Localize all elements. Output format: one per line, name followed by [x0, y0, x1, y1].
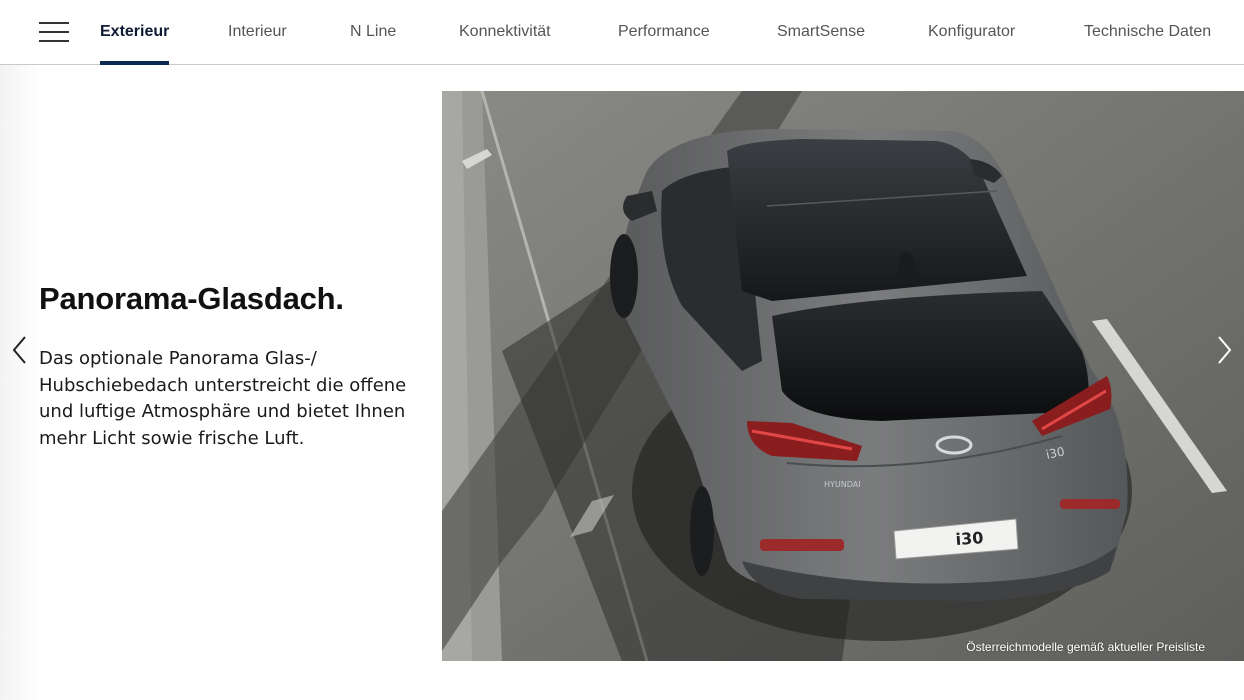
tab-konnektivitaet[interactable]: Konnektivität	[459, 0, 551, 64]
menu-line	[39, 31, 69, 33]
tab-technische-daten[interactable]: Technische Daten	[1084, 0, 1211, 64]
menu-line	[39, 22, 69, 24]
tab-konfigurator[interactable]: Konfigurator	[928, 0, 1015, 64]
carousel-next-button[interactable]	[1213, 334, 1235, 366]
tab-performance[interactable]: Performance	[618, 0, 710, 64]
feature-image: i30 i30 HYUNDAI Österreichmodelle gemäß …	[442, 91, 1244, 661]
menu-line	[39, 40, 69, 42]
top-navigation: Exterieur Interieur N Line Konnektivität…	[0, 0, 1244, 65]
feature-description: Das optionale Panorama Glas-/ Hubschiebe…	[39, 348, 407, 449]
feature-title: Panorama-Glasdach.	[39, 281, 344, 316]
carousel-prev-button[interactable]	[9, 334, 31, 366]
tab-smartsense[interactable]: SmartSense	[777, 0, 865, 64]
image-caption: Österreichmodelle gemäß aktueller Preisl…	[966, 640, 1205, 654]
license-plate-text: i30	[955, 528, 984, 549]
tab-n-line[interactable]: N Line	[350, 0, 396, 64]
chevron-right-icon	[1218, 336, 1232, 364]
car-rear-top-illustration: i30 i30 HYUNDAI	[442, 91, 1244, 661]
chevron-left-icon	[12, 336, 26, 364]
left-background-fade	[0, 65, 40, 700]
tab-exterieur[interactable]: Exterieur	[100, 0, 170, 65]
brand-badge-text: HYUNDAI	[824, 480, 861, 489]
tab-interieur[interactable]: Interieur	[228, 0, 287, 64]
hamburger-menu-icon[interactable]	[39, 22, 69, 42]
